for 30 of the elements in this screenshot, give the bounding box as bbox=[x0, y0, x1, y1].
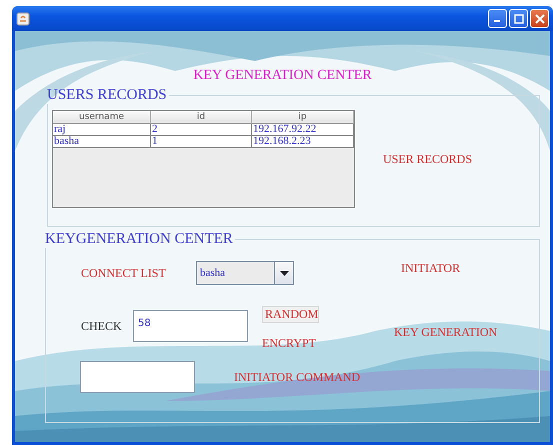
initiator-label: INITIATOR bbox=[401, 261, 460, 276]
user-records-label: USER RECORDS bbox=[383, 152, 472, 166]
table-cell: 2 bbox=[151, 124, 252, 136]
check-field[interactable]: 58 bbox=[133, 310, 248, 342]
table-cell: 192.168.2.23 bbox=[252, 136, 354, 148]
close-button[interactable] bbox=[530, 9, 549, 28]
column-header[interactable]: id bbox=[151, 111, 252, 124]
key-generation-label: KEY GENERATION bbox=[394, 325, 498, 340]
table-cell: 192.167.92.22 bbox=[252, 124, 354, 136]
caret-icon bbox=[280, 270, 288, 276]
close-icon bbox=[534, 14, 544, 24]
table-cell: basha bbox=[53, 136, 151, 148]
connect-list-label: CONNECT LIST bbox=[81, 266, 167, 280]
table-cell: raj bbox=[53, 124, 151, 136]
check-label: CHECK bbox=[81, 319, 123, 334]
column-header[interactable]: username bbox=[53, 111, 151, 124]
encrypt-label: ENCRYPT bbox=[262, 336, 316, 351]
maximize-button[interactable] bbox=[509, 9, 528, 28]
panel-legend: KEYGENERATION CENTER bbox=[45, 231, 235, 248]
column-header[interactable]: ip bbox=[252, 111, 354, 124]
panel-legend: USERS RECORDS bbox=[47, 87, 169, 104]
page-heading: KEY GENERATION CENTER bbox=[193, 68, 372, 84]
maximize-icon bbox=[514, 14, 524, 24]
minimize-button[interactable] bbox=[488, 9, 507, 28]
table-cell: 1 bbox=[151, 136, 252, 148]
initiator-command-label: INITIATOR COMMAND bbox=[234, 370, 360, 384]
command-field[interactable] bbox=[80, 361, 195, 393]
random-button[interactable]: RANDOM bbox=[262, 306, 319, 323]
app-icon bbox=[16, 12, 30, 26]
connect-list-dropdown[interactable]: basha bbox=[196, 261, 294, 285]
